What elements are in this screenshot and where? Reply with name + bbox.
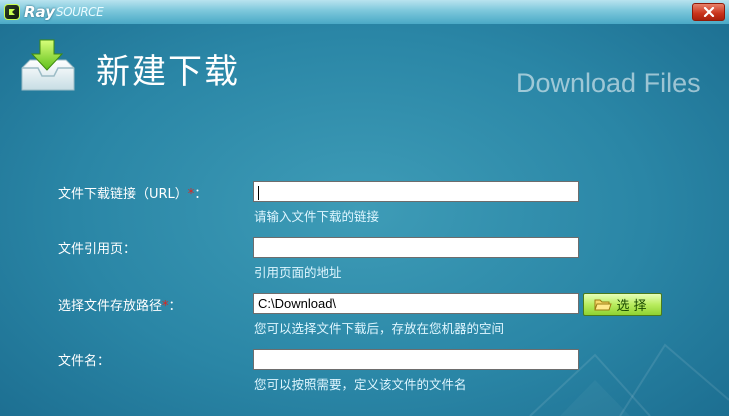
url-hint: 请输入文件下载的链接 [254, 209, 380, 224]
save-path-label-text: 选择文件存放路径 [58, 299, 163, 314]
browse-folder-label: 选择 [616, 299, 651, 314]
save-path-input[interactable]: C:\Download\ [253, 293, 579, 314]
save-path-label-colon: ： [168, 299, 182, 314]
url-input[interactable] [253, 181, 579, 202]
title-bar[interactable]: Ray SOURCE [0, 0, 729, 24]
referer-input[interactable] [253, 237, 579, 258]
url-label-colon: ： [194, 187, 208, 202]
app-logo: Ray SOURCE [4, 2, 104, 22]
logo-text-primary: Ray [24, 3, 55, 21]
filename-input[interactable] [253, 349, 579, 370]
save-path-hint: 您可以选择文件下载后，存放在您机器的空间 [254, 321, 505, 336]
page-title: 新建下载 [96, 52, 240, 92]
save-path-label: 选择文件存放路径*： [58, 295, 182, 314]
referer-hint: 引用页面的地址 [254, 265, 342, 280]
close-button[interactable] [692, 3, 725, 21]
save-path-input-value: C:\Download\ [258, 296, 337, 311]
page-subtitle: Download Files [516, 68, 701, 98]
filename-hint: 您可以按照需要，定义该文件的文件名 [254, 377, 467, 392]
close-icon [703, 7, 714, 17]
raysource-logo-icon [4, 4, 20, 20]
url-label: 文件下载链接（URL）*： [58, 183, 207, 202]
folder-open-icon [594, 299, 613, 310]
logo-text-secondary: SOURCE [56, 5, 104, 19]
download-tray-icon [16, 38, 80, 100]
url-label-text: 文件下载链接（URL） [58, 187, 188, 202]
text-caret [258, 185, 259, 200]
filename-label: 文件名： [58, 354, 111, 369]
browse-folder-button[interactable]: 选择 [583, 293, 662, 316]
referer-label: 文件引用页： [58, 242, 137, 257]
